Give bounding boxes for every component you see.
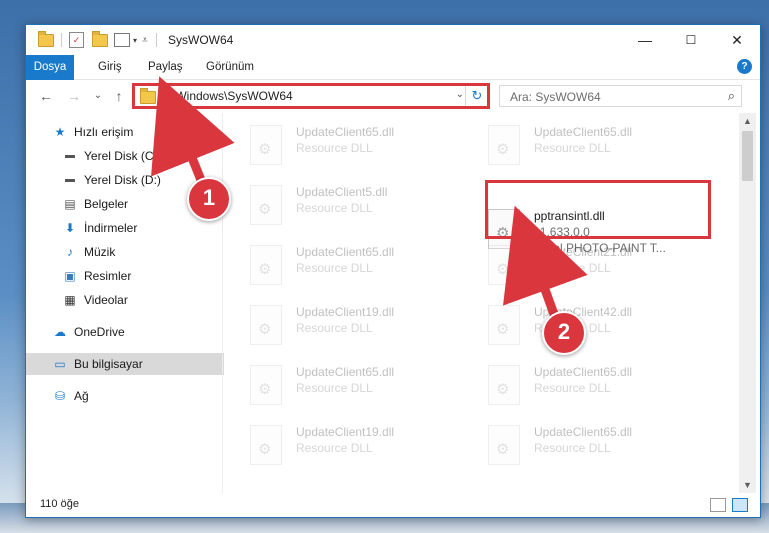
arrow-1 [151,76,235,187]
annotation-badge-2: 2 [542,311,586,355]
annotation-arrows [151,76,588,319]
annotation-badge-1: 1 [187,177,231,221]
arrow-2 [503,205,588,319]
